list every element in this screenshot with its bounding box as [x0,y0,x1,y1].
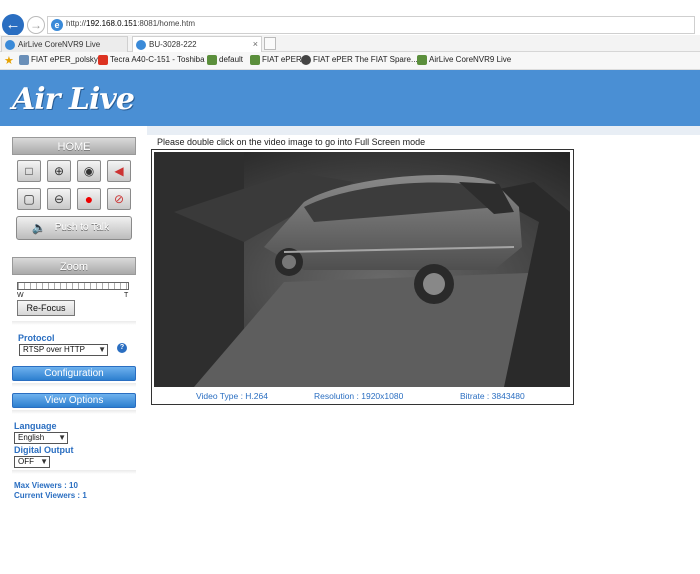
favorites-bar: ★ FIAT ePER_polsky Tecra A40-C-151 - Tos… [0,52,700,70]
bitrate: Bitrate : 3843480 [460,391,525,401]
page-icon [207,55,217,65]
digital-output-select[interactable]: OFF ▼ [14,456,50,468]
refocus-button[interactable]: Re-Focus [17,300,75,316]
control-panel: HOME □ ⊕ ◉ ◀ ▢ ⊖ ● ⊘ 🔈 Push to Talk Zoom… [0,126,147,574]
favorite-item[interactable]: Tecra A40-C-151 - Toshiba [98,55,205,65]
ie-icon [5,40,15,50]
favorite-item[interactable]: FIAT ePER [250,55,302,65]
speaker-icon: 🔈 [32,222,46,234]
digital-output-value: OFF [18,457,34,466]
back-arrow-icon[interactable]: ← [2,14,24,36]
tab-label: AirLive CoreNVR9 Live [18,40,101,49]
favorite-label: Tecra A40-C-151 - Toshiba [110,55,205,64]
forward-arrow-icon[interactable]: → [27,16,45,34]
divider [12,410,136,414]
speaker-icon[interactable]: ◀ [107,160,131,182]
page-icon [417,55,427,65]
divider [12,321,136,325]
favorite-label: FIAT ePER The FIAT Spare... [313,55,418,64]
globe-icon [301,55,311,65]
zoom-wide-label: W [17,292,24,299]
top-strip [147,126,700,135]
protocol-value: RTSP over HTTP [23,345,85,354]
fit-screen-icon[interactable]: □ [17,160,41,182]
ie-icon: e [51,19,63,31]
new-tab-button[interactable] [264,37,276,50]
current-viewers: Current Viewers : 1 [14,491,87,500]
slider-ticks [18,283,128,289]
favorite-label: FIAT ePER [262,55,302,64]
push-to-talk-button[interactable]: 🔈 Push to Talk [16,216,132,240]
favorite-item[interactable]: FIAT ePER The FIAT Spare... [301,55,418,65]
resolution: Resolution : 1920x1080 [314,391,404,401]
favorite-label: FIAT ePER_polsky [31,55,98,64]
video-image [154,152,570,387]
chevron-down-icon: ▼ [40,457,48,466]
divider [12,470,136,474]
language-label: Language [14,421,57,431]
fullscreen-notice: Please double click on the video image t… [157,137,426,147]
url-text: http://192.168.0.151:8081/home.htm [66,19,195,28]
tab-airlive[interactable]: AirLive CoreNVR9 Live [1,36,128,52]
configuration-button[interactable]: Configuration [12,366,136,381]
favorite-item[interactable]: FIAT ePER_polsky [19,55,98,65]
digital-output-label: Digital Output [14,445,74,455]
zoom-tele-label: T [124,292,129,299]
tab-bu-3028[interactable]: BU-3028-222 × [132,36,262,52]
zoom-slider[interactable] [17,282,129,290]
original-size-icon[interactable]: ▢ [17,188,41,210]
home-title: HOME [12,137,136,155]
chevron-down-icon: ▼ [98,345,106,354]
tab-label: BU-3028-222 [149,40,197,49]
close-icon[interactable]: × [253,37,258,52]
tab-strip: AirLive CoreNVR9 Live BU-3028-222 × [0,35,700,52]
max-viewers: Max Viewers : 10 [14,481,78,490]
stream-info-bar: Video Type : H.264 Resolution : 1920x108… [154,389,571,403]
ie-icon [136,40,146,50]
favorite-label: AirLive CoreNVR9 Live [429,55,512,64]
mute-icon[interactable]: ⊘ [107,188,131,210]
protocol-select[interactable]: RTSP over HTTP ▼ [19,344,108,356]
language-value: English [18,433,45,442]
url-field[interactable]: e http://192.168.0.151:8081/home.htm [47,16,695,34]
page-icon [19,55,29,65]
star-icon[interactable]: ★ [4,54,14,67]
snapshot-icon[interactable]: ◉ [77,160,101,182]
divider [12,383,136,387]
live-video[interactable] [154,152,570,387]
page-header: Air Live [0,70,700,126]
zoom-in-icon[interactable]: ⊕ [47,160,71,182]
push-to-talk-label: Push to Talk [54,222,109,233]
address-bar-area: ← → e http://192.168.0.151:8081/home.htm [0,0,700,36]
page-icon [250,55,260,65]
view-options-button[interactable]: View Options [12,393,136,408]
airlive-logo: Air Live [12,82,135,117]
record-icon[interactable]: ● [77,188,101,210]
favorite-item[interactable]: default [207,55,244,65]
language-select[interactable]: English ▼ [14,432,68,444]
video-type: Video Type : H.264 [196,391,268,401]
zoom-title: Zoom [12,257,136,275]
chevron-down-icon: ▼ [58,433,66,442]
favorite-label: default [219,55,244,64]
toshiba-icon [98,55,108,65]
zoom-out-icon[interactable]: ⊖ [47,188,71,210]
protocol-label: Protocol [18,333,55,343]
favorite-item[interactable]: AirLive CoreNVR9 Live [417,55,512,65]
help-icon[interactable]: ? [117,343,127,353]
